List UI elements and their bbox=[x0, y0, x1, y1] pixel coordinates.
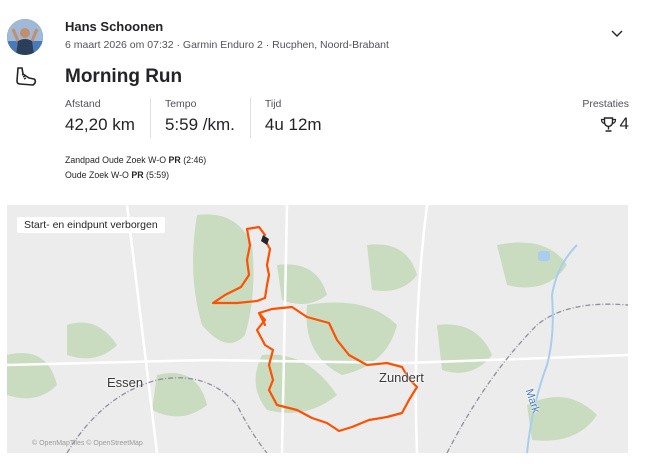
activity-title[interactable]: Morning Run bbox=[65, 66, 182, 88]
stat-value: 5:59 /km. bbox=[164, 115, 235, 134]
segment-time: (5:59) bbox=[146, 170, 170, 180]
segment-name: Oude Zoek W-O bbox=[65, 170, 129, 180]
stat-label: Tijd bbox=[264, 98, 282, 110]
stat-value: 42,20 km bbox=[65, 115, 135, 134]
map-attribution[interactable]: © OpenMapTiles © OpenStreetMap bbox=[32, 440, 143, 447]
stat-time: Tijd 4u 12m bbox=[265, 98, 337, 138]
options-menu-button[interactable] bbox=[606, 24, 628, 44]
map-label-essen: Essen bbox=[107, 375, 144, 390]
segment-time: (2:46) bbox=[183, 155, 207, 165]
pr-badge: PR bbox=[168, 155, 181, 165]
forest-areas bbox=[7, 214, 597, 441]
route-map[interactable]: Essen Zundert Mark bbox=[7, 205, 628, 453]
stat-label: Afstand bbox=[65, 98, 101, 110]
achievements[interactable]: Prestaties 4 bbox=[582, 98, 629, 134]
running-shoe-icon bbox=[13, 65, 39, 89]
segment-name: Zandpad Oude Zoek W-O bbox=[65, 155, 167, 165]
activity-card: Hans Schoonen 6 maart 2026 om 07:32 · Ga… bbox=[0, 0, 646, 465]
trophy-icon bbox=[600, 116, 616, 132]
stats-row: Afstand 42,20 km Tempo 5:59 /km. Tijd 4u… bbox=[65, 98, 351, 140]
map-label-zundert: Zundert bbox=[379, 370, 424, 385]
segment-item[interactable]: Zandpad Oude Zoek W-O PR (2:46) bbox=[65, 153, 206, 168]
segment-item[interactable]: Oude Zoek W-O PR (5:59) bbox=[65, 168, 206, 183]
stat-value: 4u 12m bbox=[264, 115, 322, 134]
pr-badge: PR bbox=[131, 170, 144, 180]
activity-meta: 6 maart 2026 om 07:32 · Garmin Enduro 2 … bbox=[65, 39, 389, 51]
athlete-name[interactable]: Hans Schoonen bbox=[65, 19, 163, 34]
stat-distance: Afstand 42,20 km bbox=[65, 98, 151, 138]
chevron-down-icon bbox=[611, 30, 623, 37]
stat-label: Tempo bbox=[164, 98, 197, 110]
achievements-count: 4 bbox=[619, 114, 629, 133]
privacy-badge: Start- en eindpunt verborgen bbox=[17, 217, 165, 233]
stat-pace: Tempo 5:59 /km. bbox=[165, 98, 251, 138]
lake bbox=[538, 251, 550, 261]
achievements-label: Prestaties bbox=[582, 98, 629, 110]
athlete-avatar[interactable] bbox=[7, 19, 43, 55]
map-canvas bbox=[7, 205, 628, 453]
segment-list: Zandpad Oude Zoek W-O PR (2:46) Oude Zoe… bbox=[65, 153, 206, 183]
